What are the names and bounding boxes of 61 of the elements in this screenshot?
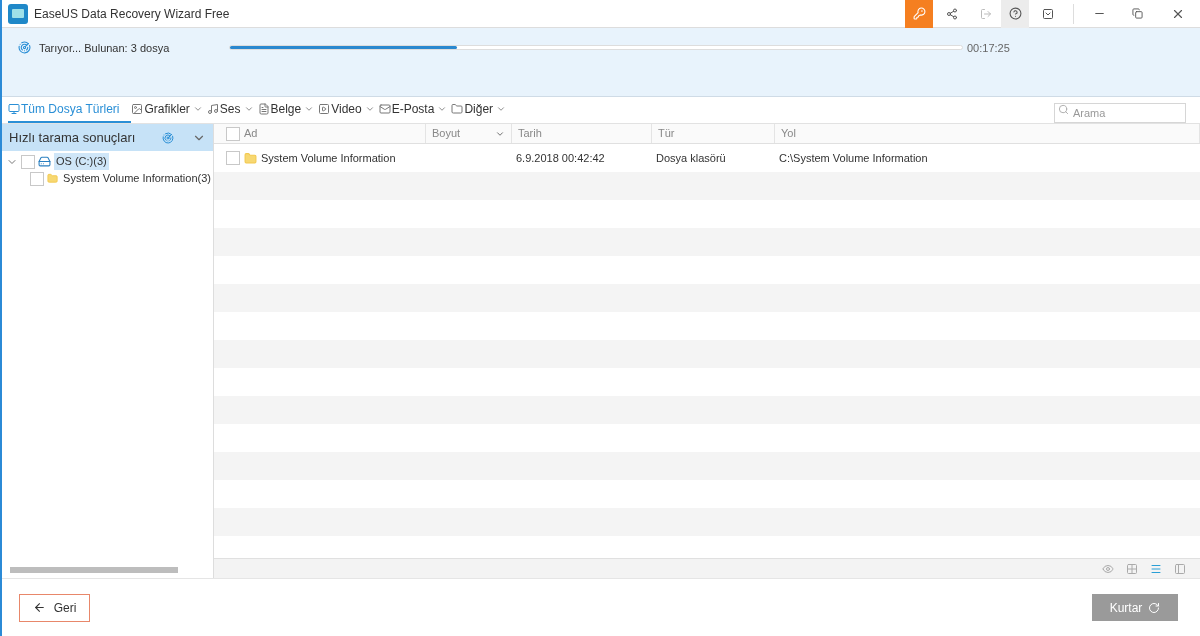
grid-view-icon[interactable] (1126, 562, 1138, 575)
folder-icon (47, 172, 59, 185)
video-icon (318, 103, 331, 115)
chevron-down-icon (496, 104, 507, 114)
monitor-icon (8, 103, 20, 115)
file-type-tab[interactable]: E-Posta (378, 97, 452, 123)
table-cell: Dosya klasörü (656, 151, 726, 164)
checkbox[interactable] (21, 154, 35, 169)
table-cell-text: System Volume Information (261, 150, 396, 166)
restore-icon (1131, 8, 1143, 19)
app-logo-icon (8, 3, 28, 24)
tree-item[interactable]: System Volume Information(3) (61, 170, 213, 187)
music-note-icon (206, 103, 219, 115)
elapsed-time: 00:17:25 (967, 41, 1010, 56)
chevron-down-icon (243, 104, 254, 114)
scan-status: Tarıyor... Bulunan: 3 dosya (39, 41, 171, 56)
chevron-down-icon (192, 104, 203, 114)
column-header[interactable]: Tür (658, 125, 768, 142)
chevron-down-icon (364, 104, 375, 114)
dropdown-icon (1042, 7, 1054, 20)
column-header[interactable]: Ad (244, 125, 419, 142)
help-button[interactable] (1001, 0, 1029, 28)
arrow-left-icon (32, 601, 46, 614)
eye-icon[interactable] (1102, 562, 1114, 575)
checkbox[interactable] (30, 171, 44, 186)
window-title: EaseUS Data Recovery Wizard Free (34, 5, 230, 23)
document-icon (257, 103, 270, 115)
column-header[interactable]: Tarih (518, 125, 645, 142)
checkbox[interactable] (226, 126, 240, 141)
column-header[interactable]: Boyut (432, 125, 491, 142)
panel-title: Hızlı tarama sonuçları (9, 128, 137, 147)
envelope-icon (378, 103, 391, 115)
tree-item[interactable]: OS (C:)(3) (54, 153, 109, 170)
chevron-down-icon (304, 104, 315, 114)
file-type-tab[interactable]: Grafikler (131, 97, 207, 123)
scanning-icon (162, 131, 174, 144)
file-type-tab[interactable]: Belge (257, 97, 319, 123)
file-type-tab[interactable]: Video (318, 97, 379, 123)
file-type-tab[interactable]: Diğer (451, 97, 511, 123)
detail-view-icon[interactable] (1174, 562, 1186, 575)
search-icon (1058, 104, 1069, 115)
help-icon (1008, 7, 1022, 20)
table-cell: 6.9.2018 00:42:42 (516, 151, 605, 164)
exit-icon (980, 7, 992, 20)
checkbox[interactable] (226, 151, 240, 165)
column-header[interactable]: Yol (781, 125, 1193, 142)
table-cell: C:\System Volume Information (779, 151, 928, 164)
search-field[interactable]: Arama (1054, 103, 1186, 123)
file-type-tab[interactable]: Ses (206, 97, 258, 123)
folder-icon (451, 103, 464, 115)
key-icon (912, 7, 926, 20)
share-icon (946, 7, 958, 20)
back-button[interactable]: Geri (19, 593, 90, 622)
folder-icon (244, 151, 257, 165)
redo-icon (1148, 601, 1161, 614)
image-icon (131, 103, 144, 115)
chevron-down-icon (437, 104, 448, 114)
drive-icon (38, 155, 51, 168)
list-view-icon[interactable] (1150, 562, 1162, 575)
key-button[interactable] (905, 0, 933, 28)
scanning-icon (18, 41, 31, 54)
